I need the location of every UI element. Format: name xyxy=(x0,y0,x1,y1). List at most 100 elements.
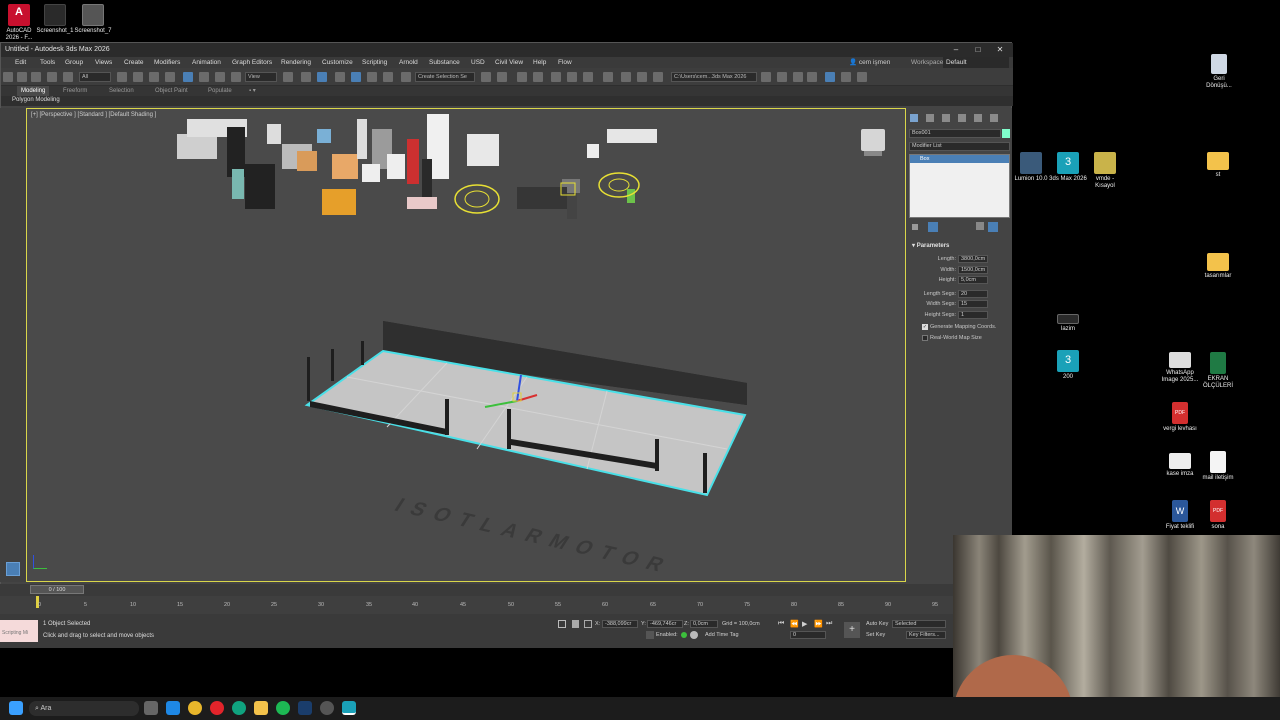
viewcube-icon[interactable] xyxy=(861,129,885,151)
scale-icon[interactable] xyxy=(215,72,225,82)
desktop-icon-recycle-bin[interactable]: Geri Dönüşü... xyxy=(1200,54,1238,90)
maximize-button[interactable]: □ xyxy=(967,43,989,57)
selection-region-icon[interactable] xyxy=(149,72,159,82)
bind-spacewarp-icon[interactable] xyxy=(63,72,73,82)
project-path-field[interactable]: C:\Users\cem...3ds Max 2026 xyxy=(671,72,757,82)
menu-create[interactable]: Create xyxy=(124,57,144,68)
next-frame-icon[interactable]: ⏩ xyxy=(814,620,823,628)
length-segs-spinner[interactable]: 20 xyxy=(958,290,988,298)
desktop-icon-kase-imza[interactable]: kase imza xyxy=(1161,453,1199,478)
window-crossing-icon[interactable] xyxy=(165,72,175,82)
menu-usd[interactable]: USD xyxy=(471,57,485,68)
perspective-viewport[interactable]: [+] [Perspective ] [Standard ] [Default … xyxy=(26,108,906,582)
length-spinner[interactable]: 3800,0cm xyxy=(958,255,988,263)
desktop-icon-screenshot-7[interactable]: Screenshot_7 xyxy=(74,4,112,35)
sync-icon[interactable] xyxy=(857,72,867,82)
chatgpt-icon[interactable] xyxy=(320,701,334,715)
track-bar[interactable] xyxy=(0,596,1012,614)
taskbar-search[interactable]: ⌕ Ara xyxy=(29,701,139,716)
viewport-layout-icon[interactable] xyxy=(825,72,835,82)
polygon-modeling-label[interactable]: Polygon Modeling xyxy=(12,97,60,103)
menu-civil-view[interactable]: Civil View xyxy=(495,57,523,68)
z-coordinate-field[interactable]: 0,0cm xyxy=(690,620,718,628)
height-segs-spinner[interactable]: 1 xyxy=(958,311,988,319)
real-world-checkbox[interactable] xyxy=(922,335,928,341)
desktop-icon-ekran-olculeri[interactable]: EKRAN ÖLÇÜLERİ xyxy=(1199,352,1237,390)
menu-customize[interactable]: Customize xyxy=(322,57,353,68)
link-icon[interactable] xyxy=(31,72,41,82)
layer-explorer-icon[interactable] xyxy=(533,72,543,82)
menu-tools[interactable]: Tools xyxy=(40,57,55,68)
render-production-icon[interactable] xyxy=(653,72,663,82)
height-spinner[interactable]: 5,0cm xyxy=(958,276,988,284)
menu-substance[interactable]: Substance xyxy=(429,57,460,68)
modifier-list-select[interactable]: Modifier List xyxy=(909,142,1010,151)
move-icon[interactable] xyxy=(183,72,193,82)
time-slider[interactable]: 0 / 100 xyxy=(0,584,1012,596)
stack-item-box[interactable]: Box xyxy=(910,155,1009,163)
toggle-ribbon-icon[interactable] xyxy=(551,72,561,82)
steam-icon[interactable] xyxy=(298,701,312,715)
redo-icon[interactable] xyxy=(17,72,27,82)
desktop-icon-tasarimlar[interactable]: tasarımlar xyxy=(1199,253,1237,280)
menu-scripting[interactable]: Scripting xyxy=(362,57,387,68)
menu-flow[interactable]: Flow xyxy=(558,57,572,68)
spinner-snap-icon[interactable] xyxy=(383,72,393,82)
user-account[interactable]: 👤 cem işmen xyxy=(849,57,890,68)
desktop-icon-sona[interactable]: PDF sona xyxy=(1199,500,1237,531)
object-name-field[interactable]: Box001 xyxy=(909,129,1001,138)
hierarchy-tab-icon[interactable] xyxy=(942,114,950,122)
parameters-rollout-title[interactable]: ▾ Parameters xyxy=(912,242,949,249)
named-selection-set-select[interactable]: Create Selection Se xyxy=(415,72,475,82)
tab-populate[interactable]: Populate xyxy=(208,86,232,96)
close-button[interactable]: ✕ xyxy=(989,43,1011,57)
scene-explorer-icon[interactable] xyxy=(517,72,527,82)
modify-tab-icon[interactable] xyxy=(926,114,934,122)
reference-coordinate-select[interactable]: View xyxy=(245,72,277,82)
rendered-frame-window-icon[interactable] xyxy=(637,72,647,82)
render-setup-icon[interactable] xyxy=(621,72,631,82)
isolate-icon[interactable] xyxy=(558,620,566,628)
menu-arnold[interactable]: Arnold xyxy=(399,57,418,68)
tab-selection[interactable]: Selection xyxy=(109,86,134,96)
x-coordinate-field[interactable]: -388,099cr xyxy=(602,620,638,628)
save-icon[interactable] xyxy=(807,72,817,82)
selection-lock-icon[interactable] xyxy=(572,620,579,628)
curve-editor-icon[interactable] xyxy=(567,72,577,82)
enabled-toggle-icon[interactable] xyxy=(690,631,698,639)
task-view-icon[interactable] xyxy=(144,701,158,715)
pivot-point-icon[interactable] xyxy=(283,72,293,82)
selected-dropdown[interactable]: Selected xyxy=(892,620,946,628)
place-icon[interactable] xyxy=(231,72,241,82)
configure-sets-icon[interactable] xyxy=(988,222,998,232)
align-icon[interactable] xyxy=(497,72,507,82)
add-time-tag[interactable]: Add Time Tag xyxy=(705,632,739,638)
select-by-name-icon[interactable] xyxy=(133,72,143,82)
desktop-icon-200[interactable]: 3 200 xyxy=(1049,350,1087,381)
desktop-icon-vmde[interactable]: vmde - Kısayol xyxy=(1086,152,1124,190)
snaps-toggle-icon[interactable] xyxy=(335,72,345,82)
set-key-button[interactable]: Set Key xyxy=(866,632,885,638)
rotate-icon[interactable] xyxy=(199,72,209,82)
previous-frame-icon[interactable]: ⏪ xyxy=(790,620,799,628)
show-end-result-icon[interactable] xyxy=(928,222,938,232)
utilities-tab-icon[interactable] xyxy=(990,114,998,122)
desktop-icon-whatsapp-image[interactable]: WhatsApp Image 2025... xyxy=(1161,352,1199,384)
desktop-icon-screenshot-1[interactable]: Screenshot_1 xyxy=(36,4,74,35)
menu-graph-editors[interactable]: Graph Editors xyxy=(232,57,272,68)
desktop-icon-mail-iletisim[interactable]: mail iletişim xyxy=(1199,451,1237,482)
auto-key-button[interactable]: Auto Key xyxy=(866,621,888,627)
menu-help[interactable]: Help xyxy=(533,57,546,68)
angle-snap-icon[interactable] xyxy=(351,72,361,82)
desktop-icon-vergi-levhasi[interactable]: PDF vergi levhası xyxy=(1161,402,1199,433)
menu-modifiers[interactable]: Modifiers xyxy=(154,57,180,68)
unlink-icon[interactable] xyxy=(47,72,57,82)
menu-group[interactable]: Group xyxy=(65,57,83,68)
project-folder-icon[interactable] xyxy=(761,72,771,82)
menu-views[interactable]: Views xyxy=(95,57,112,68)
settings-icon[interactable] xyxy=(841,72,851,82)
workspace-select[interactable]: Default xyxy=(943,57,1009,68)
windows-start-icon[interactable] xyxy=(9,701,23,715)
material-editor-icon[interactable] xyxy=(603,72,613,82)
desktop-icon-lumion[interactable]: Lumion 10.0 xyxy=(1012,152,1050,183)
